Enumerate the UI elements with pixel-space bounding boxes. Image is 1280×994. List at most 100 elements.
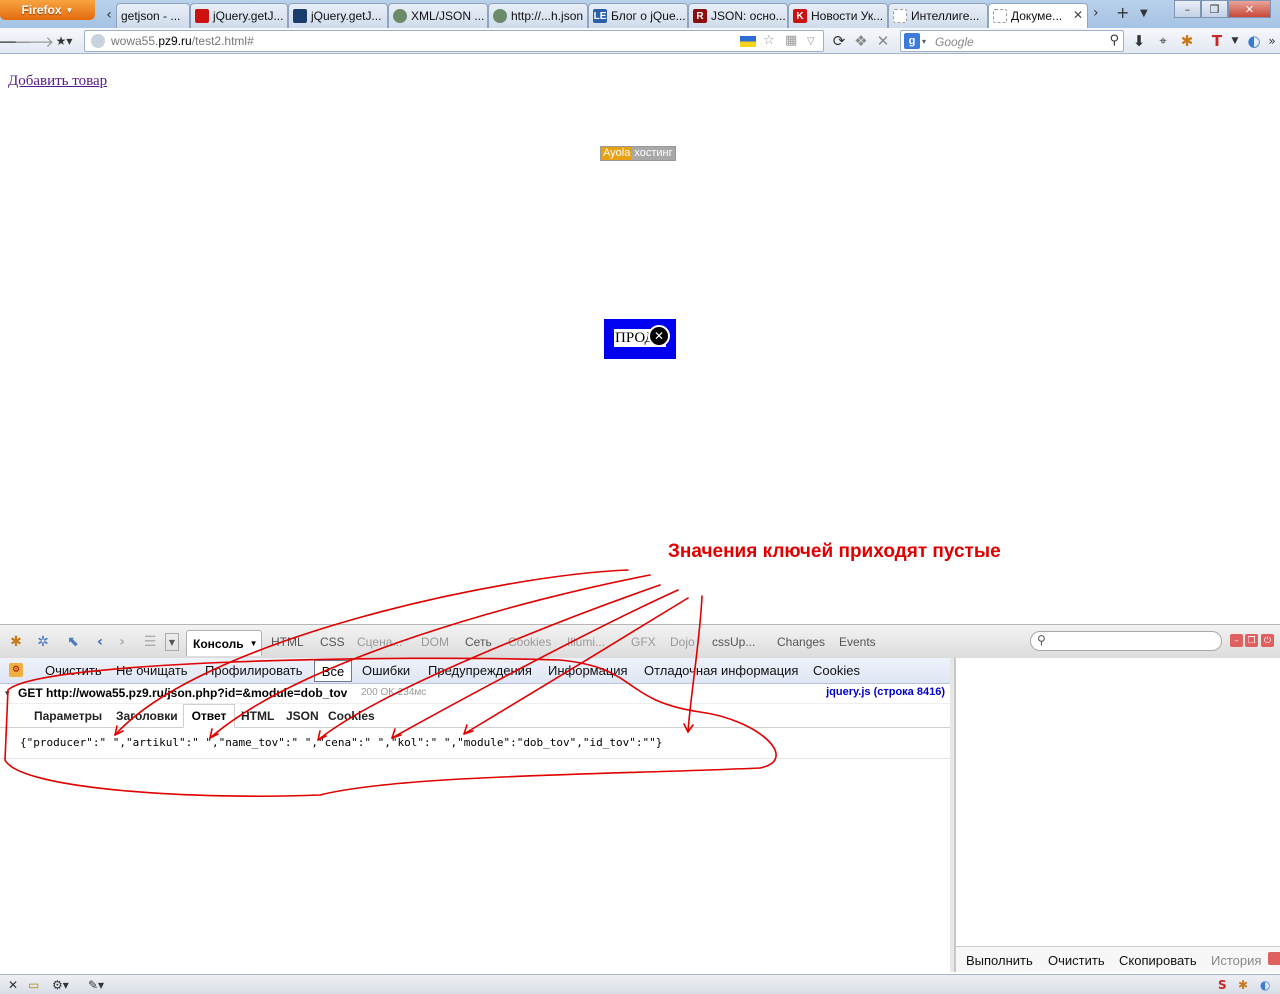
url-text[interactable]: wowa55.pz9.ru/test2.html# — [111, 34, 254, 48]
tab-scroll-left-icon[interactable]: ‹ — [101, 4, 117, 26]
qr-code-icon[interactable]: ▦ — [785, 33, 797, 48]
forward-icon[interactable]: › — [112, 633, 132, 651]
hosting-banner[interactable]: Ayola хостинг — [600, 146, 676, 161]
tab-script[interactable]: Сцена... — [357, 635, 402, 649]
chevron-down-icon[interactable]: ▼ — [1230, 31, 1240, 51]
command-editor-panel[interactable]: Выполнить Очистить Скопировать История — [954, 658, 1280, 972]
tab-params[interactable]: Параметры — [34, 709, 102, 723]
persist-button[interactable]: Не очищать — [116, 663, 188, 678]
notes-icon[interactable]: ▭ — [28, 977, 39, 993]
browser-tab[interactable]: http://...h.json — [488, 3, 588, 28]
pointer-inspect-icon[interactable]: ⬉ — [63, 633, 83, 651]
browser-tab[interactable]: R JSON: осно... — [688, 3, 788, 28]
tab-cookies[interactable]: Cookies — [508, 635, 551, 649]
firebug-icon[interactable]: ✱ — [1176, 31, 1198, 51]
gear-icon[interactable]: ⚙▾ — [52, 977, 69, 993]
s-addon-icon[interactable]: S — [1218, 977, 1227, 993]
close-icon[interactable]: ✕ — [648, 325, 670, 347]
request-url[interactable]: GET http://wowa55.pz9.ru/json.php?id=&mo… — [18, 686, 347, 700]
firebug-detach-icon[interactable]: ❐ — [1245, 634, 1258, 647]
browser-tab[interactable]: K Новости Ук... — [788, 3, 888, 28]
reload-icon[interactable]: ⟳ — [830, 31, 848, 51]
browser-tab[interactable]: jQuery.getJ... — [288, 3, 388, 28]
tab-illuminations[interactable]: Illumi... — [567, 635, 605, 649]
browser-tab[interactable]: jQuery.getJ... — [190, 3, 288, 28]
browser-tab-active[interactable]: Докуме... ✕ — [988, 3, 1088, 28]
search-icon[interactable]: ⚲ — [1109, 33, 1119, 48]
filter-warnings-button[interactable]: Предупреждения — [428, 663, 532, 678]
chevron-down-icon[interactable]: ▼ — [165, 633, 179, 651]
request-row[interactable]: ▾ GET http://wowa55.pz9.ru/json.php?id=&… — [0, 684, 950, 704]
browser-tab[interactable]: getjson - ... — [116, 3, 190, 28]
list-icon[interactable]: ☰ — [140, 633, 160, 651]
firebug-status-icon[interactable]: ✱ — [1238, 977, 1248, 993]
tab-html[interactable]: HTML — [271, 635, 304, 649]
run-button[interactable]: Выполнить — [966, 953, 1033, 968]
tab-dom[interactable]: DOM — [421, 635, 449, 649]
tab-dojo[interactable]: Dojo — [670, 635, 695, 649]
request-source-link[interactable]: jquery.js (строка 8416) — [826, 686, 945, 698]
inspect-element-icon[interactable]: ✲ — [33, 633, 53, 651]
clear-editor-button[interactable]: Очистить — [1048, 953, 1105, 968]
firebug-menu-icon[interactable]: ✱ — [6, 633, 26, 651]
console-options-icon[interactable]: ⚙ — [9, 663, 23, 677]
tab-list-icon[interactable]: ▼ — [1140, 8, 1148, 19]
google-icon[interactable]: g — [904, 33, 920, 49]
profile-button[interactable]: Профилировать — [205, 663, 303, 678]
firebug-minimize-icon[interactable]: – — [1230, 634, 1243, 647]
close-editor-icon[interactable] — [1268, 952, 1280, 965]
tab-scroll-right-icon[interactable]: › — [1093, 5, 1099, 21]
inspect-tool-icon[interactable]: ⌖ — [1152, 31, 1174, 51]
search-bar[interactable]: g ▾ Google ⚲ — [900, 30, 1124, 52]
filter-all-button[interactable]: Все — [314, 660, 352, 682]
more-tools-icon[interactable]: » — [1266, 31, 1278, 51]
maximize-icon[interactable]: ❐ — [1201, 0, 1228, 18]
history-button[interactable]: История — [1211, 953, 1261, 968]
tab-response-json[interactable]: JSON — [286, 709, 319, 723]
tab-cssupdater[interactable]: cssUp... — [712, 635, 755, 649]
bookmarks-menu-icon[interactable]: ★▾ — [52, 31, 76, 51]
filter-cookies-button[interactable]: Cookies — [813, 663, 860, 678]
addon-icon[interactable]: ❖ — [852, 31, 870, 51]
tab-response-html[interactable]: HTML — [241, 709, 274, 723]
tab-response[interactable]: Ответ — [183, 704, 235, 728]
url-history-dropdown-icon[interactable]: ▽ — [807, 36, 815, 47]
clear-console-button[interactable]: Очистить — [45, 663, 102, 678]
filter-info-button[interactable]: Информация — [548, 663, 628, 678]
close-addon-bar-icon[interactable]: ✕ — [8, 977, 18, 993]
tab-net[interactable]: Сеть — [465, 635, 492, 649]
browser-tab[interactable]: XML/JSON ... — [388, 3, 488, 28]
tab-gfx[interactable]: GFX — [631, 635, 656, 649]
tab-changes[interactable]: Changes — [777, 635, 825, 649]
tab-css[interactable]: CSS — [320, 635, 345, 649]
star-bookmark-icon[interactable]: ☆ — [763, 33, 775, 48]
filter-debug-button[interactable]: Отладочная информация — [644, 663, 798, 678]
browser-tab[interactable]: LE Блог о jQue... — [588, 3, 688, 28]
download-icon[interactable]: ⬇ — [1130, 31, 1148, 51]
tab-console[interactable]: Консоль ▼ — [186, 630, 262, 656]
new-tab-icon[interactable]: + — [1116, 3, 1129, 22]
ie-tab-icon[interactable]: ◐ — [1244, 31, 1264, 51]
minimize-icon[interactable]: – — [1174, 0, 1201, 18]
tab-response-cookies[interactable]: Cookies — [328, 709, 375, 723]
site-identity-icon[interactable] — [91, 34, 105, 48]
stop-icon[interactable]: ✕ — [874, 31, 892, 51]
close-tab-icon[interactable]: ✕ — [1073, 8, 1083, 22]
tab-headers[interactable]: Заголовки — [116, 709, 178, 723]
ie-tab-status-icon[interactable]: ◐ — [1260, 977, 1270, 993]
close-window-icon[interactable]: ✕ — [1228, 0, 1271, 18]
copy-button[interactable]: Скопировать — [1119, 953, 1197, 968]
eyedropper-icon[interactable]: ✎▾ — [88, 977, 104, 993]
url-bar[interactable]: wowa55.pz9.ru/test2.html# ☆ ▦ ▽ — [84, 30, 824, 52]
forward-icon[interactable]: 🡒 — [14, 31, 54, 51]
text-tool-icon[interactable]: T — [1206, 31, 1228, 51]
filter-errors-button[interactable]: Ошибки — [362, 663, 410, 678]
add-product-link[interactable]: Добавить товар — [8, 73, 107, 90]
back-icon[interactable]: ‹ — [90, 633, 110, 651]
firebug-search-input[interactable]: ⚲ — [1030, 631, 1222, 651]
firefox-menu-button[interactable]: Firefox ▼ — [0, 0, 95, 20]
firebug-close-icon[interactable]: ⏻ — [1261, 634, 1274, 647]
search-engine-dropdown-icon[interactable]: ▾ — [922, 37, 926, 46]
browser-tab[interactable]: Интеллиге... — [888, 3, 988, 28]
tab-events[interactable]: Events — [839, 635, 876, 649]
